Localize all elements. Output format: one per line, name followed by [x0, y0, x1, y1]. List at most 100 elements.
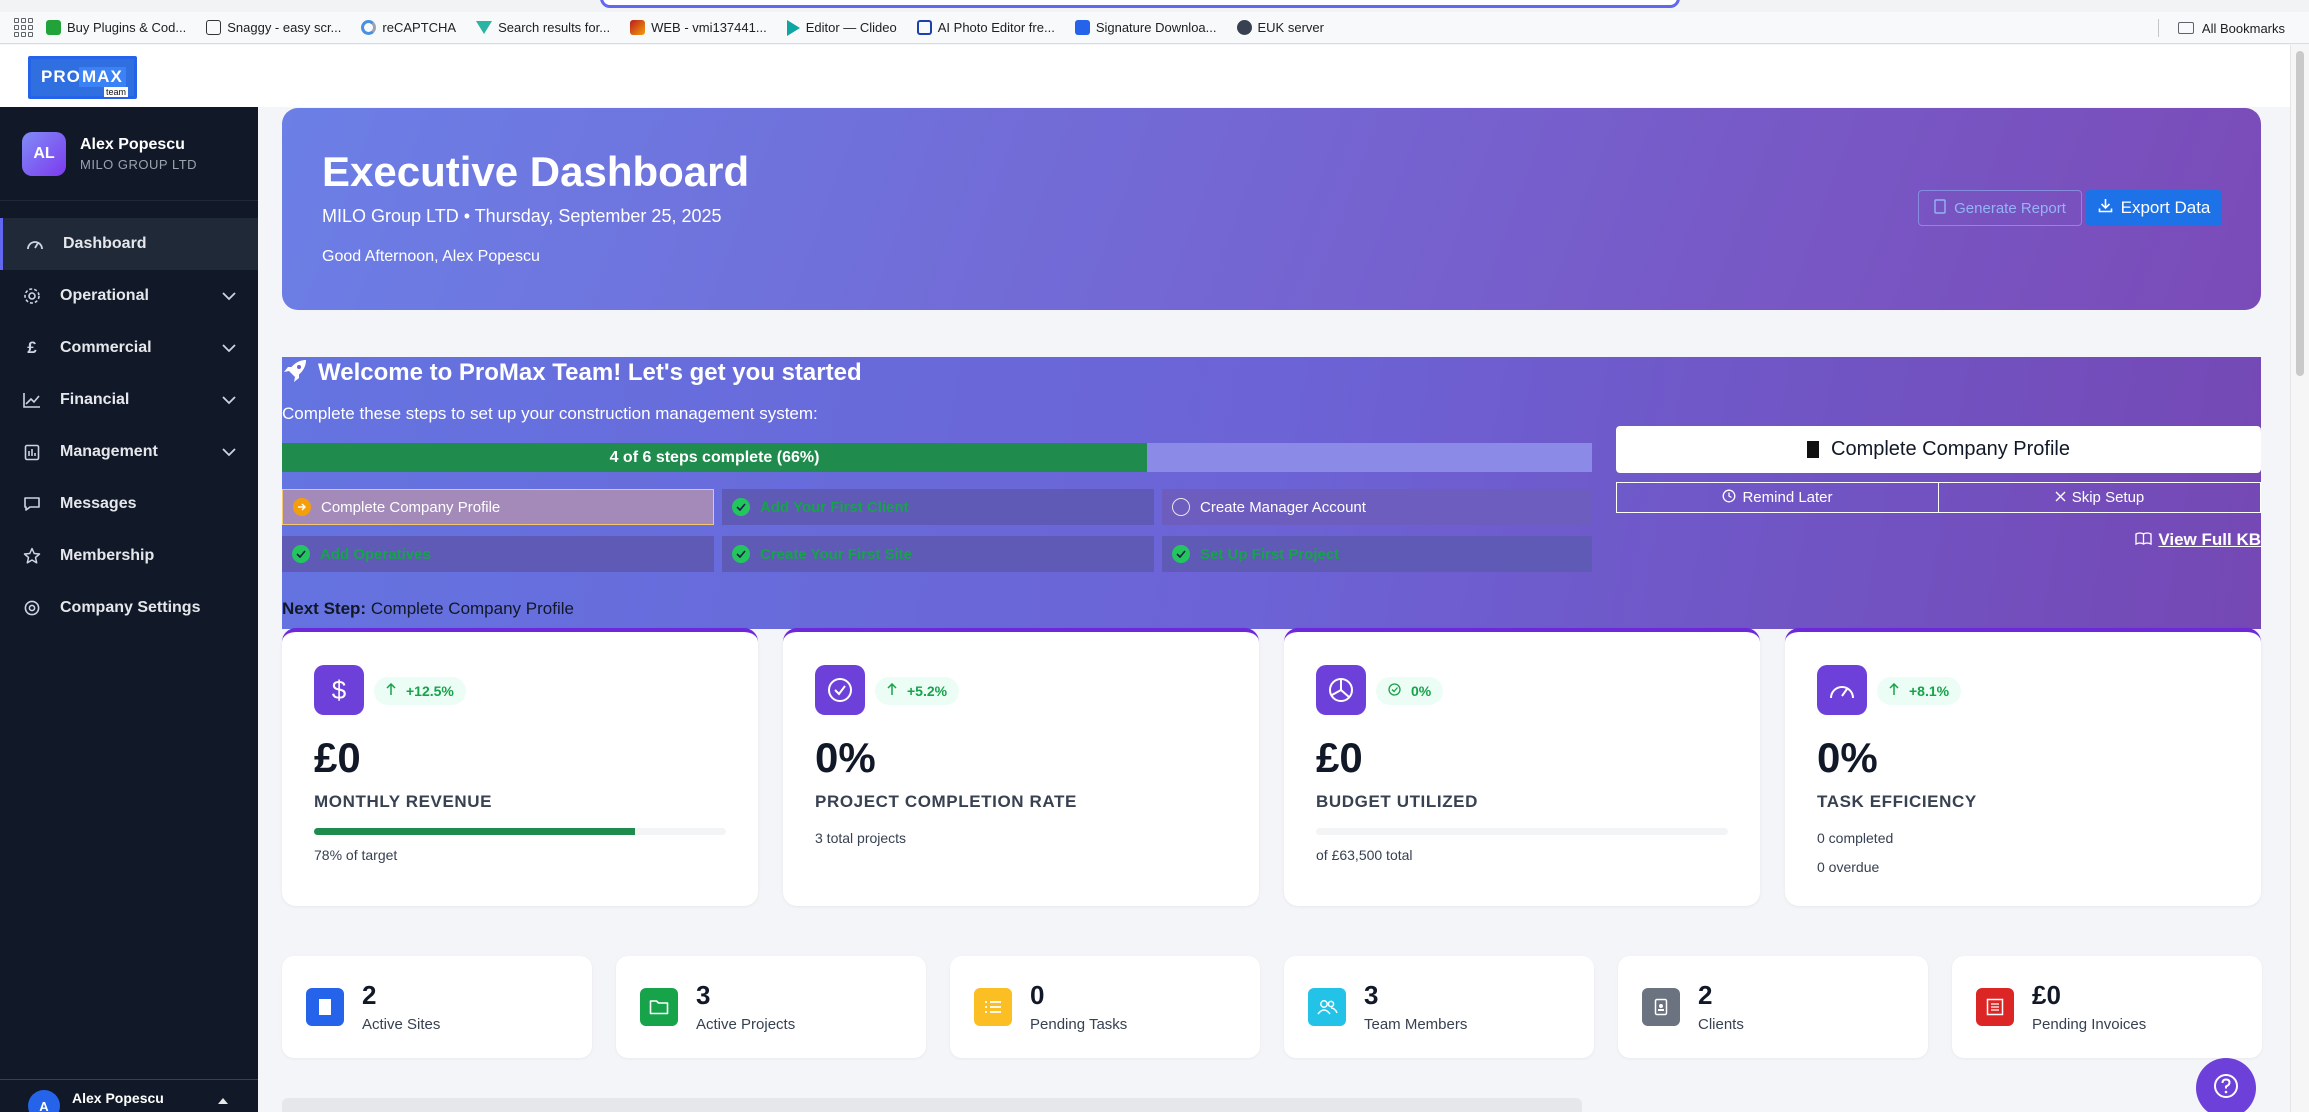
- clipboard-icon: [22, 442, 42, 462]
- bookmark-item[interactable]: Editor — Clideo: [786, 19, 897, 36]
- trend-badge: 0%: [1376, 677, 1444, 705]
- sidebar-item-membership[interactable]: Membership: [0, 530, 258, 582]
- recaptcha-icon: [361, 20, 377, 35]
- chevron-down-icon: [222, 340, 236, 358]
- settings-icon: [22, 598, 42, 618]
- app-header: PRO MAX team: [0, 45, 2290, 107]
- photo-icon: [916, 20, 932, 35]
- user-name: Alex Popescu: [80, 135, 185, 153]
- next-section-edge: [282, 1098, 1582, 1112]
- all-bookmarks[interactable]: All Bookmarks: [2177, 12, 2285, 44]
- empty-circle-icon: [1172, 498, 1190, 516]
- kpi-label: BUDGET UTILIZED: [1316, 792, 1478, 811]
- folder-icon: [2177, 22, 2194, 34]
- sidebar-item-commercial[interactable]: £ Commercial: [0, 322, 258, 374]
- sidebar-item-label: Financial: [60, 391, 130, 408]
- building-icon: [1807, 441, 1819, 458]
- step-create-manager-account[interactable]: Create Manager Account: [1162, 489, 1592, 525]
- sidebar-item-messages[interactable]: Messages: [0, 478, 258, 530]
- skip-setup-button[interactable]: Skip Setup: [1938, 483, 2260, 512]
- bookmark-item[interactable]: WEB - vmi137441...: [630, 20, 767, 35]
- sidebar-nav: Dashboard Operational £ Commercial Finan…: [0, 218, 258, 634]
- bookmark-item[interactable]: EUK server: [1236, 20, 1324, 35]
- bookmark-item[interactable]: Buy Plugins & Cod...: [46, 20, 186, 35]
- step-add-operatives[interactable]: Add Operatives: [282, 536, 714, 572]
- stat-card-clients[interactable]: 2 Clients: [1618, 956, 1928, 1058]
- remind-later-button[interactable]: Remind Later: [1617, 483, 1938, 512]
- stat-value: 2: [362, 980, 377, 1010]
- onboarding-secondary-actions: Remind Later Skip Setup: [1616, 482, 2261, 513]
- sidebar-item-operational[interactable]: Operational: [0, 270, 258, 322]
- building-icon: [306, 988, 344, 1026]
- complete-company-profile-button[interactable]: Complete Company Profile: [1616, 426, 2261, 473]
- kpi-value: £0: [1316, 734, 1363, 781]
- kpi-subtext: 0 overdue: [1817, 859, 1880, 875]
- sidebar-item-management[interactable]: Management: [0, 426, 258, 478]
- avatar: AL: [22, 131, 66, 176]
- sidebar-item-label: Management: [60, 443, 158, 460]
- sidebar-item-financial[interactable]: Financial: [0, 374, 258, 426]
- sidebar-item-dashboard[interactable]: Dashboard: [0, 218, 258, 270]
- kpi-value: £0: [314, 734, 361, 781]
- onboarding-progress-bar: 4 of 6 steps complete (66%): [282, 443, 1592, 472]
- sidebar-footer-user[interactable]: A Alex Popescu: [0, 1079, 258, 1112]
- sidebar-item-company-settings[interactable]: Company Settings: [0, 582, 258, 634]
- stat-label: Active Projects: [696, 1016, 796, 1033]
- message-icon: [22, 494, 42, 514]
- stat-value: 2: [1698, 980, 1713, 1010]
- signature-icon: [1074, 20, 1090, 35]
- stat-card-pending-invoices[interactable]: £0 Pending Invoices: [1952, 956, 2262, 1058]
- stat-card-team-members[interactable]: 3 Team Members: [1284, 956, 1594, 1058]
- apps-grid-icon[interactable]: [12, 17, 34, 39]
- bookmark-item[interactable]: Snaggy - easy scr...: [206, 20, 341, 35]
- kpi-value: 0%: [1817, 734, 1878, 781]
- onboarding-panel: Welcome to ProMax Team! Let's get you st…: [282, 357, 2261, 629]
- bookmark-item[interactable]: AI Photo Editor fre...: [916, 20, 1055, 35]
- step-set-up-first-project[interactable]: Set Up First Project: [1162, 536, 1592, 572]
- progress-label: 4 of 6 steps complete (66%): [609, 448, 820, 466]
- id-badge-icon: [1642, 988, 1680, 1026]
- stat-card-active-sites[interactable]: 2 Active Sites: [282, 956, 592, 1058]
- play-icon: [786, 19, 800, 36]
- scrollbar-thumb[interactable]: [2296, 51, 2304, 376]
- star-icon: [22, 546, 42, 566]
- stat-label: Pending Tasks: [1030, 1016, 1128, 1033]
- pound-icon: £: [27, 338, 37, 357]
- report-icon: [1934, 198, 1946, 218]
- kpi-card-task-efficiency: +8.1% 0% TASK EFFICIENCY 0 completed 0 o…: [1785, 628, 2261, 906]
- promax-logo[interactable]: PRO MAX team: [28, 56, 137, 99]
- browser-tabstrip: [0, 0, 2309, 12]
- page-title: Executive Dashboard: [322, 148, 750, 195]
- step-create-first-site[interactable]: Create Your First Site: [722, 536, 1154, 572]
- page-scrollbar[interactable]: [2290, 45, 2309, 1112]
- kpi-subtext: 0 completed: [1817, 830, 1894, 846]
- gear-icon: [22, 286, 42, 306]
- help-button[interactable]: [2196, 1058, 2256, 1112]
- stat-card-pending-tasks[interactable]: 0 Pending Tasks: [950, 956, 1260, 1058]
- view-full-kb-link[interactable]: View Full KB: [2135, 530, 2261, 550]
- avatar: A: [28, 1090, 60, 1112]
- generate-report-button[interactable]: Generate Report: [1918, 190, 2082, 226]
- users-icon: [1308, 988, 1346, 1026]
- chevron-down-icon: [222, 392, 236, 410]
- stat-value: 3: [696, 980, 711, 1010]
- check-circle-icon: [732, 498, 750, 516]
- bookmark-item[interactable]: Signature Downloa...: [1074, 20, 1217, 35]
- rocket-icon: [282, 358, 308, 389]
- pie-chart-icon: [1316, 665, 1366, 715]
- hero-subtitle: MILO Group LTD • Thursday, September 25,…: [322, 206, 722, 226]
- arrow-right-circle-icon: [293, 498, 311, 516]
- address-bar[interactable]: [600, 0, 1680, 8]
- bookmark-item[interactable]: Search results for...: [476, 20, 610, 35]
- sidebar-item-label: Membership: [60, 547, 155, 564]
- kpi-subtext: of £63,500 total: [1316, 847, 1413, 863]
- onboarding-description: Complete these steps to set up your cons…: [282, 404, 818, 423]
- stat-value: £0: [2032, 980, 2061, 1010]
- step-complete-company-profile[interactable]: Complete Company Profile: [282, 489, 714, 525]
- bookmark-item[interactable]: reCAPTCHA: [361, 20, 456, 35]
- stat-card-active-projects[interactable]: 3 Active Projects: [616, 956, 926, 1058]
- sidebar-user-card[interactable]: AL Alex Popescu MILO GROUP LTD: [0, 107, 258, 201]
- step-add-first-client[interactable]: Add Your First Client: [722, 489, 1154, 525]
- bookmarks-bar: Buy Plugins & Cod... Snaggy - easy scr..…: [0, 12, 2309, 44]
- export-data-button[interactable]: Export Data: [2086, 190, 2222, 226]
